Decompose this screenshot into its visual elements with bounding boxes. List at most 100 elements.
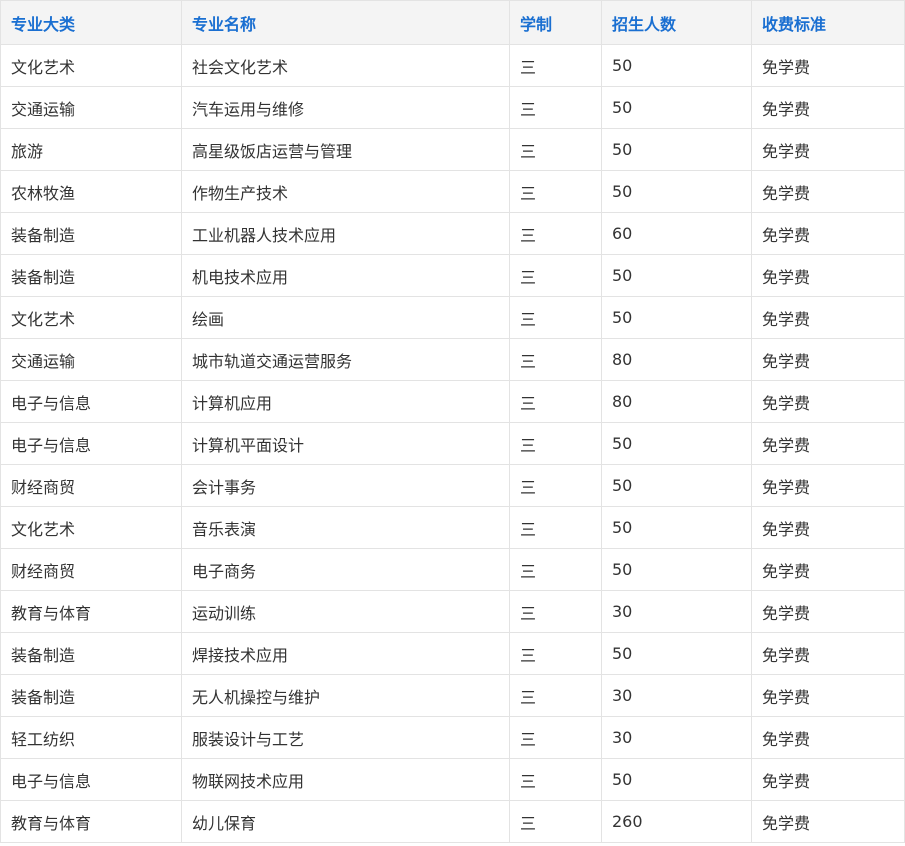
cell-enrollment: 50 <box>601 422 752 465</box>
cell-major-category: 电子与信息 <box>0 758 182 801</box>
cell-duration: 三 <box>509 86 602 129</box>
table-row: 装备制造 机电技术应用三 50 免学费 <box>0 254 905 297</box>
cell-enrollment: 50 <box>601 506 752 549</box>
cell-major-category: 装备制造 <box>0 254 182 297</box>
table-row: 装备制造 无人机操控与维护三 30 免学费 <box>0 674 905 717</box>
cell-fee: 免学费 <box>751 716 905 759</box>
table-row: 旅游 高星级饭店运营与管理三 50 免学费 <box>0 128 905 171</box>
cell-major-category: 交通运输 <box>0 338 182 381</box>
cell-fee: 免学费 <box>751 758 905 801</box>
cell-duration: 三 <box>509 422 602 465</box>
table-body: 文化艺术 社会文化艺术三 50 免学费 交通运输 汽车运用与维修三 50 免学费 旅游 高星级饭店… <box>0 44 905 843</box>
cell-enrollment: 30 <box>601 716 752 759</box>
cell-fee: 免学费 <box>751 338 905 381</box>
cell-duration: 三 <box>509 170 602 213</box>
table-row: 交通运输 汽车运用与维修三 50 免学费 <box>0 86 905 129</box>
cell-fee: 免学费 <box>751 86 905 129</box>
cell-major-name: 机电技术应用 <box>181 254 510 297</box>
cell-duration: 三 <box>509 800 602 843</box>
cell-fee: 免学费 <box>751 548 905 591</box>
cell-major-name: 绘画 <box>181 296 510 339</box>
cell-major-name: 工业机器人技术应用 <box>181 212 510 255</box>
table-row: 教育与体育 幼儿保育三 260 免学费 <box>0 800 905 843</box>
cell-duration: 三 <box>509 506 602 549</box>
cell-enrollment: 50 <box>601 548 752 591</box>
table-row: 电子与信息 计算机平面设计三 50 免学费 <box>0 422 905 465</box>
table-row: 文化艺术 音乐表演三 50 免学费 <box>0 506 905 549</box>
header-enrollment: 招生人数 <box>601 0 752 45</box>
cell-major-category: 文化艺术 <box>0 44 182 87</box>
table-row: 文化艺术 社会文化艺术三 50 免学费 <box>0 44 905 87</box>
cell-fee: 免学费 <box>751 632 905 675</box>
cell-major-name: 物联网技术应用 <box>181 758 510 801</box>
cell-major-name: 焊接技术应用 <box>181 632 510 675</box>
cell-duration: 三 <box>509 548 602 591</box>
cell-duration: 三 <box>509 632 602 675</box>
header-major-category: 专业大类 <box>0 0 182 45</box>
table-row: 农林牧渔 作物生产技术三 50 免学费 <box>0 170 905 213</box>
cell-fee: 免学费 <box>751 170 905 213</box>
cell-fee: 免学费 <box>751 296 905 339</box>
cell-major-category: 教育与体育 <box>0 800 182 843</box>
header-major-name: 专业名称 <box>181 0 510 45</box>
cell-fee: 免学费 <box>751 128 905 171</box>
cell-major-category: 文化艺术 <box>0 296 182 339</box>
cell-major-category: 财经商贸 <box>0 464 182 507</box>
cell-fee: 免学费 <box>751 800 905 843</box>
header-row: 专业大类 专业名称 学制 招生人数 收费标准 <box>0 0 905 45</box>
cell-major-name: 音乐表演 <box>181 506 510 549</box>
table-header: 专业大类 专业名称 学制 招生人数 收费标准 <box>0 0 905 45</box>
cell-enrollment: 30 <box>601 674 752 717</box>
cell-major-category: 农林牧渔 <box>0 170 182 213</box>
cell-major-category: 装备制造 <box>0 212 182 255</box>
table-row: 财经商贸 电子商务三 50 免学费 <box>0 548 905 591</box>
cell-duration: 三 <box>509 212 602 255</box>
cell-fee: 免学费 <box>751 464 905 507</box>
cell-enrollment: 50 <box>601 464 752 507</box>
cell-major-name: 汽车运用与维修 <box>181 86 510 129</box>
cell-major-category: 交通运输 <box>0 86 182 129</box>
table-row: 文化艺术 绘画三 50 免学费 <box>0 296 905 339</box>
cell-major-category: 电子与信息 <box>0 380 182 423</box>
cell-major-name: 计算机应用 <box>181 380 510 423</box>
cell-enrollment: 50 <box>601 128 752 171</box>
table-row: 装备制造 焊接技术应用三 50 免学费 <box>0 632 905 675</box>
cell-duration: 三 <box>509 128 602 171</box>
cell-major-name: 作物生产技术 <box>181 170 510 213</box>
cell-major-category: 电子与信息 <box>0 422 182 465</box>
cell-enrollment: 260 <box>601 800 752 843</box>
cell-fee: 免学费 <box>751 44 905 87</box>
cell-enrollment: 50 <box>601 86 752 129</box>
cell-duration: 三 <box>509 380 602 423</box>
cell-major-category: 旅游 <box>0 128 182 171</box>
cell-enrollment: 50 <box>601 632 752 675</box>
cell-duration: 三 <box>509 716 602 759</box>
cell-major-category: 装备制造 <box>0 674 182 717</box>
cell-duration: 三 <box>509 296 602 339</box>
table-row: 教育与体育 运动训练三 30 免学费 <box>0 590 905 633</box>
table-row: 财经商贸 会计事务三 50 免学费 <box>0 464 905 507</box>
cell-duration: 三 <box>509 758 602 801</box>
cell-major-name: 计算机平面设计 <box>181 422 510 465</box>
cell-major-name: 社会文化艺术 <box>181 44 510 87</box>
cell-fee: 免学费 <box>751 590 905 633</box>
table-row: 轻工纺织 服装设计与工艺三 30 免学费 <box>0 716 905 759</box>
cell-enrollment: 80 <box>601 338 752 381</box>
cell-major-category: 文化艺术 <box>0 506 182 549</box>
cell-major-name: 城市轨道交通运营服务 <box>181 338 510 381</box>
cell-duration: 三 <box>509 464 602 507</box>
cell-fee: 免学费 <box>751 212 905 255</box>
cell-enrollment: 50 <box>601 758 752 801</box>
cell-duration: 三 <box>509 44 602 87</box>
cell-major-name: 服装设计与工艺 <box>181 716 510 759</box>
enrollment-table: 专业大类 专业名称 学制 招生人数 收费标准 文化艺术 社会文化艺术三 50 免学费交… <box>0 0 905 843</box>
cell-major-name: 幼儿保育 <box>181 800 510 843</box>
cell-duration: 三 <box>509 254 602 297</box>
cell-duration: 三 <box>509 674 602 717</box>
header-fee: 收费标准 <box>751 0 905 45</box>
table-row: 交通运输 城市轨道交通运营服务三 80 免学费 <box>0 338 905 381</box>
cell-major-category: 装备制造 <box>0 632 182 675</box>
cell-major-category: 财经商贸 <box>0 548 182 591</box>
cell-major-name: 运动训练 <box>181 590 510 633</box>
cell-enrollment: 50 <box>601 296 752 339</box>
